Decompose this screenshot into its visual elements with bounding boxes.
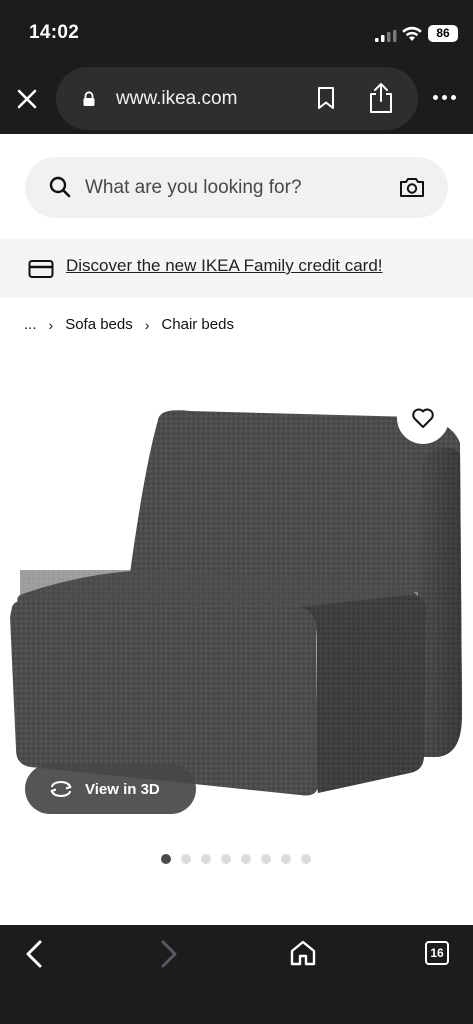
family-card-link[interactable]: Discover the new IKEA Family credit card…	[66, 256, 383, 276]
carousel-dot[interactable]	[301, 854, 311, 864]
browser-toolbar: www.ikea.com	[0, 66, 473, 134]
breadcrumb-ellipsis[interactable]: ...	[24, 316, 37, 333]
heart-icon	[412, 408, 434, 428]
home-icon[interactable]	[289, 939, 317, 967]
status-time: 14:02	[29, 22, 80, 43]
breadcrumb-item-chair-beds[interactable]: Chair beds	[161, 316, 234, 333]
view-in-3d-button[interactable]: View in 3D	[25, 764, 196, 814]
favourite-button[interactable]	[397, 392, 449, 444]
lock-icon	[83, 91, 95, 106]
carousel-dot[interactable]	[221, 854, 231, 864]
view-in-3d-label: View in 3D	[85, 780, 160, 798]
rotate-3d-icon	[50, 781, 72, 797]
carousel-dot[interactable]	[241, 854, 251, 864]
breadcrumb-item-sofa-beds[interactable]: Sofa beds	[65, 316, 133, 333]
share-icon[interactable]	[368, 82, 394, 114]
carousel-dot[interactable]	[181, 854, 191, 864]
chevron-right-icon: ›	[144, 316, 150, 333]
more-icon-dot	[451, 95, 456, 100]
carousel-dot[interactable]	[201, 854, 211, 864]
address-bar[interactable]: www.ikea.com	[56, 67, 418, 130]
chevron-right-icon: ›	[48, 316, 54, 333]
image-carousel-dots	[161, 854, 311, 864]
breadcrumb: ... › Sofa beds › Chair beds	[24, 316, 234, 333]
close-button[interactable]	[14, 86, 40, 112]
search-bar	[25, 157, 448, 218]
more-icon-dot	[433, 95, 438, 100]
battery-indicator: 86	[428, 25, 458, 42]
browser-bottom-bar: 16	[0, 925, 473, 1024]
status-bar: 14:02 86	[0, 0, 473, 66]
more-button[interactable]	[433, 95, 456, 100]
search-icon[interactable]	[49, 176, 71, 198]
carousel-dot[interactable]	[261, 854, 271, 864]
back-icon[interactable]	[24, 939, 46, 969]
more-icon-dot	[442, 95, 447, 100]
signal-icon	[375, 30, 397, 42]
camera-icon[interactable]	[399, 176, 425, 198]
search-input[interactable]	[85, 157, 385, 218]
tabs-button[interactable]: 16	[425, 941, 449, 965]
credit-card-icon	[28, 260, 54, 278]
family-card-banner: Discover the new IKEA Family credit card…	[0, 239, 473, 298]
bookmark-icon[interactable]	[316, 86, 336, 110]
url-text: www.ikea.com	[116, 88, 238, 109]
forward-icon[interactable]	[157, 939, 179, 969]
carousel-dot[interactable]	[161, 854, 171, 864]
wifi-icon	[402, 26, 422, 41]
close-icon	[17, 89, 37, 109]
carousel-dot[interactable]	[281, 854, 291, 864]
